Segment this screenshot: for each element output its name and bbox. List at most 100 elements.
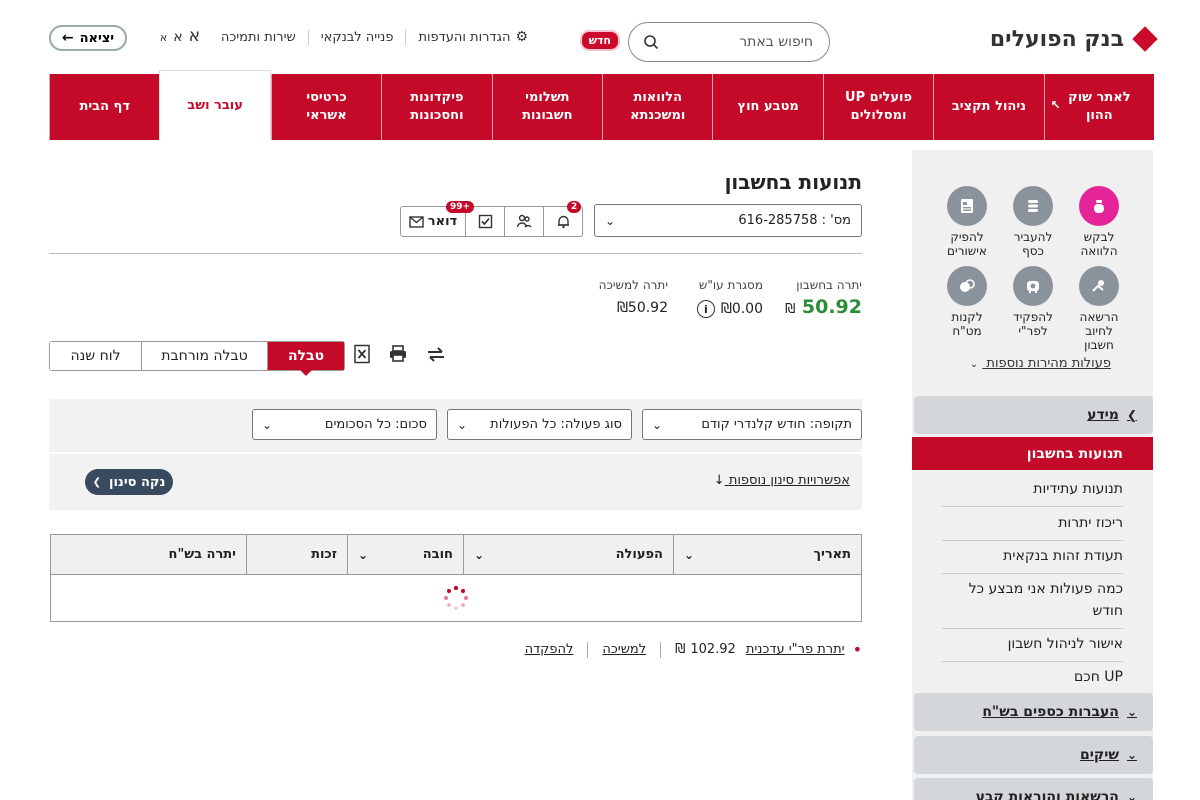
account-balance-value-row: 50.92 ₪ <box>785 296 862 318</box>
more-quick-actions-label: פעולות מהירות נוספות <box>986 356 1111 371</box>
loading-area <box>51 575 861 621</box>
account-select[interactable]: מס' : 616-285758 ⌄ <box>594 204 862 237</box>
quick-action-debit-authorization-label: הרשאה לחיוב חשבון <box>1079 310 1119 352</box>
nav-home-label: דף הבית <box>79 99 130 114</box>
tab-extended-table[interactable]: טבלה מורחבת <box>141 342 267 370</box>
sidebar-item-account-transactions[interactable]: תנועות בחשבון <box>912 437 1153 470</box>
sidebar-item-label: תנועות עתידיות <box>1033 481 1123 497</box>
account-select-value: מס' : 616-285758 <box>738 213 851 228</box>
chevron-down-icon: ⌄ <box>652 417 663 432</box>
sidebar-item-future-transactions[interactable]: תנועות עתידיות <box>942 472 1123 507</box>
pri-deposit-link[interactable]: להפקדה <box>525 642 574 657</box>
more-quick-actions-link[interactable]: פעולות מהירות נוספות ⌄ <box>970 356 1111 371</box>
pri-withdraw-link[interactable]: למשיכה <box>602 642 646 657</box>
service-support-link[interactable]: שירות ותמיכה <box>209 30 308 45</box>
sidebar-section-authorizations-label: הרשאות והוראות קבע <box>975 789 1119 800</box>
quick-action-debit-authorization[interactable]: הרשאה לחיוב חשבון <box>1067 266 1131 352</box>
sidebar-section-checks-label: שיקים <box>1080 747 1119 763</box>
quick-action-transfer[interactable]: להעביר כסף <box>1001 186 1065 258</box>
logout-button[interactable]: יציאה ← <box>49 25 127 51</box>
sidebar-item-monthly-actions[interactable]: כמה פעולות אני מבצע כל חודש <box>942 572 1123 629</box>
tab-table[interactable]: טבלה <box>267 342 344 376</box>
notifications-button[interactable]: 2 <box>543 201 582 236</box>
piggy-bank-icon <box>1013 266 1053 306</box>
column-date[interactable]: תאריך ⌄ <box>673 535 861 574</box>
excel-icon <box>354 344 370 364</box>
page-title: תנועות בחשבון <box>724 170 862 194</box>
nav-poalim-up[interactable]: פועלים UP ומסלולים <box>822 74 934 140</box>
search-box[interactable] <box>628 22 830 62</box>
nav-current-account[interactable]: עובר ושב <box>159 70 271 140</box>
quick-action-deposit-pri[interactable]: להפקיד לפר"י <box>1001 266 1065 352</box>
refresh-button[interactable] <box>424 342 448 366</box>
clear-filter-button[interactable]: נקה סינון ❯ <box>85 469 173 495</box>
gear-icon: ⚙ <box>515 29 528 45</box>
logo-text: בנק הפועלים <box>989 26 1124 52</box>
export-excel-button[interactable] <box>350 342 374 366</box>
main-nav: דף הבית עובר ושב כרטיסי אשראי פיקדונות ו… <box>49 70 1155 140</box>
quick-action-loan-label: לבקש הלוואה <box>1080 230 1118 258</box>
search-icon[interactable] <box>643 34 659 50</box>
contact-banker-link[interactable]: פנייה לבנקאי <box>307 29 406 45</box>
sidebar-section-transfers[interactable]: ⌄ העברות כספים בש"ח <box>914 693 1153 731</box>
coins-stack-icon <box>1013 186 1053 226</box>
settings-link[interactable]: ⚙ הגדרות והעדפות <box>405 29 540 45</box>
sidebar-section-authorizations[interactable]: ⌄ הרשאות והוראות קבע <box>914 778 1153 800</box>
chevron-right-icon: ❯ <box>92 476 101 488</box>
sidebar-item-bank-id[interactable]: תעודת זהות בנקאית <box>942 539 1123 574</box>
font-size-medium[interactable]: א <box>173 29 182 45</box>
mail-button[interactable]: דואר +99 <box>401 201 475 236</box>
sidebar-section-info[interactable]: ❯ מידע <box>914 396 1153 434</box>
nav-loans[interactable]: הלוואות ומשכנתא <box>602 74 713 140</box>
sidebar-item-smart-up[interactable]: UP חכם <box>942 660 1123 694</box>
nav-credit-cards[interactable]: כרטיסי אשראי <box>270 74 382 140</box>
account-balance-label: יתרה בחשבון <box>796 278 862 292</box>
column-action[interactable]: הפעולה ⌄ <box>463 535 673 574</box>
currency-coins-icon <box>947 266 987 306</box>
nav-foreign-currency[interactable]: מטבע חוץ <box>712 74 823 140</box>
more-filter-options-link[interactable]: אפשרויות סינון נוספות ↓ <box>714 473 850 488</box>
contact-banker-label: פנייה לבנקאי <box>320 29 394 45</box>
view-tabs: טבלה טבלה מורחבת לוח שנה <box>49 341 345 376</box>
advisors-button[interactable] <box>504 207 543 236</box>
quick-action-certificates[interactable]: להפיק אישורים <box>935 186 999 258</box>
people-icon <box>516 214 532 228</box>
column-debit[interactable]: חובה ⌄ <box>347 535 463 574</box>
info-icon[interactable]: i <box>696 300 715 318</box>
chevron-down-icon: ⌄ <box>1126 748 1137 762</box>
mail-count-badge: +99 <box>446 201 475 213</box>
nav-bill-payments[interactable]: תשלומי חשבונות <box>491 74 603 140</box>
nav-home[interactable]: דף הבית <box>49 74 160 140</box>
sidebar-item-account-approval[interactable]: אישור לניהול חשבון <box>942 627 1123 662</box>
nav-current-account-label: עובר ושב <box>187 97 243 113</box>
nav-budget[interactable]: ניהול תקציב <box>933 74 1044 140</box>
sidebar-section-checks[interactable]: ⌄ שיקים <box>914 736 1153 774</box>
quick-action-loan[interactable]: לבקש הלוואה <box>1067 186 1131 258</box>
period-filter-select[interactable]: תקופה: חודש קלנדרי קודם ⌄ <box>642 409 862 440</box>
account-toolbar: 2 דואר +99 <box>400 201 583 237</box>
chevron-down-icon: ⌄ <box>474 547 485 562</box>
logout-label: יציאה <box>79 30 115 46</box>
pri-balance-label[interactable]: יתרת פר"י עדכנית <box>746 642 845 657</box>
tab-calendar[interactable]: לוח שנה <box>50 342 141 370</box>
settings-link-label: הגדרות והעדפות <box>418 29 511 45</box>
action-type-filter-select[interactable]: סוג פעולה: כל הפעולות ⌄ <box>447 409 632 440</box>
bank-logo[interactable]: בנק הפועלים <box>989 24 1158 54</box>
quick-actions: לבקש הלוואה להעביר כסף להפיק אישורים הרש… <box>912 150 1153 352</box>
nav-capital-market[interactable]: לאתר שוק ההון ↖ <box>1043 74 1155 140</box>
search-input[interactable] <box>673 34 813 50</box>
amount-filter-select[interactable]: סכום: כל הסכומים ⌄ <box>252 409 437 440</box>
quick-action-buy-fx-label: לקנות מט"ח <box>951 310 983 338</box>
mail-label: דואר <box>427 214 458 229</box>
quick-action-buy-fx[interactable]: לקנות מט"ח <box>935 266 999 352</box>
print-button[interactable] <box>386 342 410 366</box>
column-balance: יתרה בש"ח <box>51 535 246 574</box>
nav-deposits-label: פיקדונות וחסכונות <box>410 90 464 123</box>
refresh-arrows-icon <box>428 347 444 362</box>
font-size-large[interactable]: א <box>189 26 200 46</box>
font-size-small[interactable]: א <box>160 31 167 44</box>
nav-deposits[interactable]: פיקדונות וחסכונות <box>381 74 492 140</box>
column-balance-label: יתרה בש"ח <box>168 547 236 562</box>
document-icon <box>947 186 987 226</box>
sidebar-item-balances-summary[interactable]: ריכוז יתרות <box>942 506 1123 541</box>
